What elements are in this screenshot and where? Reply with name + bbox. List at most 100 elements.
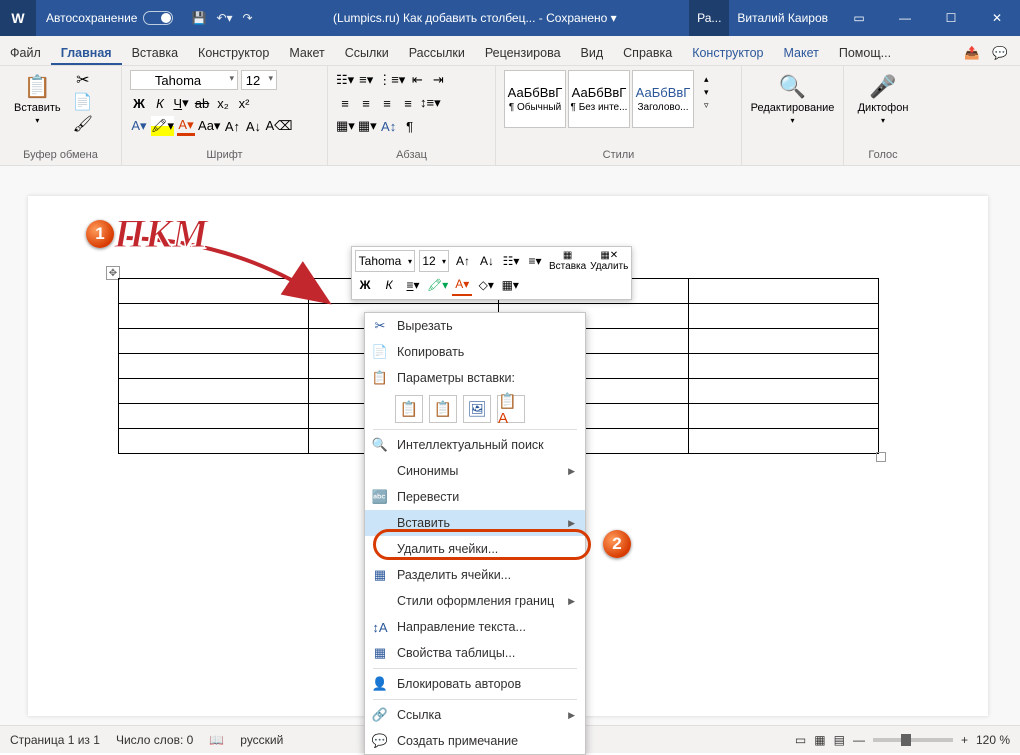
dictate-button[interactable]: 🎤 Диктофон ▾ <box>852 70 915 129</box>
superscript-button[interactable]: x² <box>235 93 253 113</box>
status-words[interactable]: Число слов: 0 <box>116 733 193 747</box>
ctx-insert[interactable]: Вставить▶ <box>365 510 585 536</box>
paste-nest-table[interactable]: 📋 <box>395 395 423 423</box>
ctx-smart-lookup[interactable]: 🔍Интеллектуальный поиск <box>365 432 585 458</box>
grow-font-button[interactable]: A↑ <box>223 116 241 136</box>
subscript-button[interactable]: x₂ <box>214 93 232 113</box>
mt-grow-font[interactable]: A↑ <box>453 250 473 272</box>
shading-button[interactable]: ▦▾ <box>336 116 355 136</box>
text-effects-button[interactable]: A▾ <box>130 116 148 136</box>
zoom-level[interactable]: 120 % <box>976 733 1010 747</box>
highlight-button[interactable]: 🖍▾ <box>151 116 174 136</box>
tab-help[interactable]: Справка <box>613 40 682 65</box>
tab-tell-me[interactable]: Помощ... <box>829 40 901 65</box>
font-size-combo[interactable]: 12 <box>241 70 277 90</box>
clear-format-button[interactable]: A⌫ <box>265 116 292 136</box>
strike-button[interactable]: ab <box>193 93 211 113</box>
ribbon-options-icon[interactable]: ▭ <box>836 0 882 36</box>
comments-button[interactable]: 💬 <box>988 41 1012 65</box>
paste-text-only[interactable]: 📋A <box>497 395 525 423</box>
ctx-block-authors[interactable]: 👤Блокировать авторов <box>365 671 585 697</box>
mt-italic[interactable]: К <box>379 274 399 296</box>
numbering-button[interactable]: ≡▾ <box>357 70 375 90</box>
ctx-translate[interactable]: 🔤Перевести <box>365 484 585 510</box>
ctx-split-cells[interactable]: ▦Разделить ячейки... <box>365 562 585 588</box>
status-language[interactable]: русский <box>240 733 283 747</box>
ctx-cut[interactable]: ✂Вырезать <box>365 313 585 339</box>
mt-underline[interactable]: ≡▾ <box>403 274 423 296</box>
share-button[interactable]: 📤 <box>960 41 984 65</box>
ctx-text-direction[interactable]: ↕AНаправление текста... <box>365 614 585 640</box>
shrink-font-button[interactable]: A↓ <box>244 116 262 136</box>
line-spacing-button[interactable]: ↕≡▾ <box>420 93 441 113</box>
bullets-button[interactable]: ☷▾ <box>336 70 354 90</box>
tab-references[interactable]: Ссылки <box>335 40 399 65</box>
user-name[interactable]: Виталий Каиров <box>729 0 836 36</box>
ctx-delete-cells[interactable]: Удалить ячейки... <box>365 536 585 562</box>
font-color-button[interactable]: A▾ <box>177 116 195 136</box>
tab-design[interactable]: Конструктор <box>188 40 279 65</box>
styles-more-icon[interactable]: ▿ <box>704 100 709 111</box>
cut-icon[interactable]: ✂ <box>76 70 89 90</box>
multilevel-button[interactable]: ⋮≡▾ <box>378 70 405 90</box>
mt-shading[interactable]: ◇▾ <box>476 274 496 296</box>
align-left-button[interactable]: ≡ <box>336 93 354 113</box>
tab-review[interactable]: Рецензирова <box>475 40 571 65</box>
tab-view[interactable]: Вид <box>571 40 614 65</box>
style-normal[interactable]: АаБбВвГ¶ Обычный <box>504 70 566 128</box>
borders-button[interactable]: ▦▾ <box>358 116 377 136</box>
paste-button[interactable]: 📋 Вставить ▾ <box>8 70 67 129</box>
mt-font-combo[interactable]: Tahoma <box>355 250 415 272</box>
align-center-button[interactable]: ≡ <box>357 93 375 113</box>
italic-button[interactable]: К <box>151 93 169 113</box>
mt-numbering[interactable]: ≡▾ <box>525 250 545 272</box>
justify-button[interactable]: ≡ <box>399 93 417 113</box>
sort-button[interactable]: A↕ <box>380 116 398 136</box>
mt-insert-button[interactable]: ▦Вставка <box>549 250 586 272</box>
bold-button[interactable]: Ж <box>130 93 148 113</box>
decrease-indent-button[interactable]: ⇤ <box>408 70 426 90</box>
mt-bold[interactable]: Ж <box>355 274 375 296</box>
tab-home[interactable]: Главная <box>51 40 122 65</box>
styles-up-icon[interactable]: ▴ <box>704 74 709 85</box>
ctx-synonyms[interactable]: Синонимы▶ <box>365 458 585 484</box>
zoom-in-button[interactable]: + <box>961 733 968 747</box>
tab-table-layout[interactable]: Макет <box>773 40 828 65</box>
zoom-out-button[interactable]: — <box>853 733 865 747</box>
tab-mailings[interactable]: Рассылки <box>399 40 475 65</box>
style-heading1[interactable]: АаБбВвГЗаголово... <box>632 70 694 128</box>
qat-undo-icon[interactable]: ↶▾ <box>216 11 232 25</box>
status-proofing-icon[interactable]: 📖 <box>209 733 224 747</box>
view-print-icon[interactable]: ▦ <box>814 733 825 747</box>
product-label[interactable]: Ра... <box>689 0 729 36</box>
maximize-button[interactable]: ☐ <box>928 0 974 36</box>
change-case-button[interactable]: Aa▾ <box>198 116 220 136</box>
mt-font-color[interactable]: A▾ <box>452 274 472 296</box>
ctx-border-styles[interactable]: Стили оформления границ▶ <box>365 588 585 614</box>
copy-icon[interactable]: 📄 <box>73 92 93 112</box>
paste-picture[interactable]: 🖼 <box>463 395 491 423</box>
font-name-combo[interactable]: Tahoma <box>130 70 238 90</box>
table-resize-handle[interactable] <box>876 452 886 462</box>
style-no-spacing[interactable]: АаБбВвГ¶ Без инте... <box>568 70 630 128</box>
paste-merge-table[interactable]: 📋 <box>429 395 457 423</box>
ctx-link[interactable]: 🔗Ссылка▶ <box>365 702 585 728</box>
autosave-toggle[interactable] <box>143 11 173 25</box>
styles-down-icon[interactable]: ▾ <box>704 87 709 98</box>
tab-table-design[interactable]: Конструктор <box>682 40 773 65</box>
ctx-new-comment[interactable]: 💬Создать примечание <box>365 728 585 754</box>
mt-delete-button[interactable]: ▦✕Удалить <box>590 250 628 272</box>
mt-bullets[interactable]: ☷▾ <box>501 250 521 272</box>
qat-redo-icon[interactable]: ↷ <box>243 11 253 25</box>
editing-button[interactable]: 🔍 Редактирование ▾ <box>745 70 841 129</box>
show-marks-button[interactable]: ¶ <box>401 116 419 136</box>
underline-button[interactable]: Ч▾ <box>172 93 190 113</box>
ctx-table-properties[interactable]: ▦Свойства таблицы... <box>365 640 585 666</box>
view-read-icon[interactable]: ▭ <box>795 733 806 747</box>
tab-file[interactable]: Файл <box>0 40 51 65</box>
tab-layout[interactable]: Макет <box>279 40 334 65</box>
close-button[interactable]: ✕ <box>974 0 1020 36</box>
mt-size-combo[interactable]: 12 <box>419 250 449 272</box>
format-painter-icon[interactable]: 🖌 <box>73 114 93 134</box>
ctx-copy[interactable]: 📄Копировать <box>365 339 585 365</box>
